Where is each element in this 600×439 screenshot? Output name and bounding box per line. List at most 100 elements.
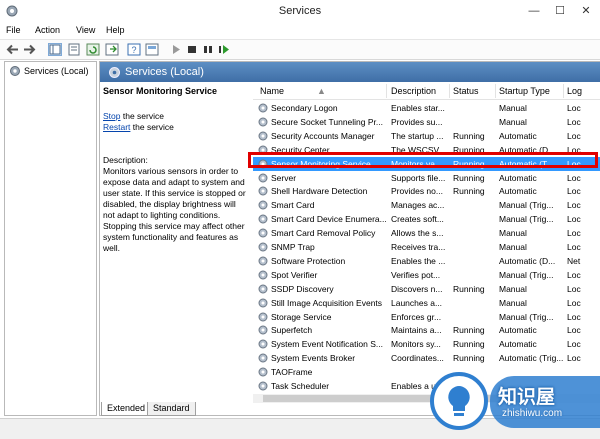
minimize-button[interactable]: — bbox=[523, 3, 545, 19]
cell-name: SSDP Discovery bbox=[271, 283, 334, 294]
tree-node-services-local[interactable]: Services (Local) bbox=[9, 65, 89, 77]
service-gear-icon bbox=[258, 103, 268, 113]
pane-title: Services (Local) bbox=[125, 66, 204, 78]
column-separator[interactable] bbox=[386, 84, 387, 98]
cell-name: Storage Service bbox=[271, 311, 332, 322]
table-row[interactable]: Spot Verifier Verifies pot... Manual (Trig… bbox=[253, 268, 600, 282]
table-row[interactable]: SNMP Trap Receives tra... Manual Loc bbox=[253, 240, 600, 254]
service-gear-icon bbox=[258, 353, 268, 363]
menu-action[interactable]: Action bbox=[35, 25, 60, 35]
view-icon[interactable] bbox=[145, 43, 159, 56]
menu-file[interactable]: File bbox=[6, 25, 21, 35]
service-gear-icon bbox=[258, 312, 268, 321]
cell-description: Enforces gr... bbox=[391, 311, 442, 322]
cell-description: Verifies pot... bbox=[391, 269, 441, 280]
cell-description: Creates soft... bbox=[391, 214, 444, 225]
table-row[interactable]: Superfetch Maintains a... Running Automatic… bbox=[253, 323, 600, 337]
tree-node-label: Services (Local) bbox=[24, 66, 89, 76]
export-list-icon[interactable] bbox=[105, 43, 119, 56]
service-gear-icon bbox=[258, 131, 268, 141]
table-row[interactable]: Secure Socket Tunneling Pr... Provides su… bbox=[253, 115, 600, 129]
table-row[interactable]: Storage Service Enforces gr... Manual (Tri… bbox=[253, 310, 600, 324]
service-gear-icon bbox=[258, 381, 268, 391]
stop-service-icon[interactable] bbox=[185, 43, 199, 56]
cell-log-on-as: Loc bbox=[567, 353, 581, 364]
cell-startup-type: Manual bbox=[499, 297, 527, 308]
forward-arrow-icon[interactable] bbox=[22, 43, 36, 56]
table-row[interactable]: System Event Notification S... Monitors s… bbox=[253, 337, 600, 351]
cell-startup-type: Manual (Trig... bbox=[499, 311, 554, 322]
table-row[interactable]: Shell Hardware Detection Provides no... Ru… bbox=[253, 184, 600, 198]
cell-description: Maintains a... bbox=[391, 325, 442, 336]
cell-description: Launches a... bbox=[391, 297, 443, 308]
table-row[interactable]: Security Accounts Manager The startup ...… bbox=[253, 129, 600, 143]
column-separator[interactable] bbox=[495, 84, 496, 98]
service-gear-icon bbox=[258, 214, 268, 224]
column-header-startup-type[interactable]: Startup Type bbox=[499, 86, 550, 96]
cell-status: Running bbox=[453, 325, 485, 336]
start-service-icon[interactable] bbox=[169, 43, 183, 56]
stop-service-link[interactable]: Stop bbox=[103, 111, 121, 121]
cell-name: Security Accounts Manager bbox=[271, 130, 375, 141]
service-gear-icon bbox=[258, 339, 268, 349]
column-separator[interactable] bbox=[563, 84, 564, 98]
help-icon[interactable]: ? bbox=[127, 43, 141, 56]
service-gear-icon bbox=[258, 367, 268, 377]
cell-status: Running bbox=[453, 283, 485, 294]
menu-view[interactable]: View bbox=[76, 25, 95, 35]
cell-description: Monitors sy... bbox=[391, 339, 441, 350]
window-title: Services bbox=[278, 5, 322, 17]
cell-description: Enables star... bbox=[391, 103, 445, 113]
column-header-name[interactable]: Name bbox=[260, 86, 284, 96]
menu-help[interactable]: Help bbox=[106, 25, 125, 35]
cell-name: Shell Hardware Detection bbox=[271, 186, 368, 197]
cell-log-on-as: Loc bbox=[567, 269, 581, 280]
service-gear-icon bbox=[258, 200, 268, 210]
service-gear-icon bbox=[258, 242, 268, 252]
table-row[interactable]: Server Supports file... Running Automatic Lo… bbox=[253, 171, 600, 185]
column-header-description[interactable]: Description bbox=[391, 86, 436, 96]
cell-status: Running bbox=[453, 130, 485, 141]
column-header-log-on-as[interactable]: Log bbox=[567, 86, 582, 96]
table-row[interactable]: Smart Card Manages ac... Manual (Trig... Lo… bbox=[253, 198, 600, 212]
gear-icon bbox=[109, 67, 120, 78]
close-button[interactable]: ✕ bbox=[575, 3, 597, 19]
column-header-status[interactable]: Status bbox=[453, 86, 479, 96]
svg-text:?: ? bbox=[131, 45, 136, 55]
watermark-logo: 知识屋 zhishiwu.com bbox=[420, 364, 600, 439]
table-row[interactable]: Software Protection Enables the ... Automa… bbox=[253, 254, 600, 268]
table-row[interactable]: Smart Card Device Enumera... Creates soft… bbox=[253, 212, 600, 226]
table-row[interactable]: Smart Card Removal Policy Allows the s...… bbox=[253, 226, 600, 240]
restart-link-suffix: the service bbox=[130, 122, 174, 132]
cell-log-on-as: Loc bbox=[567, 242, 581, 252]
table-row[interactable]: Secondary Logon Enables star... Manual Loc bbox=[253, 101, 600, 115]
cell-status: Running bbox=[453, 339, 485, 350]
cell-startup-type: Automatic bbox=[499, 172, 537, 183]
restart-service-icon[interactable] bbox=[217, 43, 231, 56]
maximize-button[interactable]: ☐ bbox=[549, 3, 571, 19]
cell-name: Software Protection bbox=[271, 255, 346, 266]
refresh-icon[interactable] bbox=[86, 43, 100, 56]
service-gear-icon bbox=[258, 173, 268, 182]
show-tree-icon[interactable] bbox=[48, 43, 62, 56]
table-row[interactable]: SSDP Discovery Discovers n... Running Manua… bbox=[253, 282, 600, 296]
pause-service-icon[interactable] bbox=[201, 43, 215, 56]
cell-description: Receives tra... bbox=[391, 242, 446, 252]
table-row[interactable]: Still Image Acquisition Events Launches a… bbox=[253, 296, 600, 310]
tab-extended[interactable]: Extended bbox=[101, 402, 152, 416]
cell-name: Server bbox=[271, 172, 297, 183]
cell-name: Still Image Acquisition Events bbox=[271, 297, 383, 308]
back-arrow-icon[interactable] bbox=[6, 43, 20, 56]
selected-service-name: Sensor Monitoring Service bbox=[103, 86, 218, 96]
cell-description: Allows the s... bbox=[391, 228, 444, 239]
cell-log-on-as: Loc bbox=[567, 214, 581, 225]
column-separator[interactable] bbox=[449, 84, 450, 98]
cell-log-on-as: Loc bbox=[567, 297, 581, 308]
restart-service-link[interactable]: Restart bbox=[103, 122, 130, 132]
cell-name: Superfetch bbox=[271, 325, 313, 336]
cell-startup-type: Manual bbox=[499, 228, 527, 239]
properties-icon[interactable] bbox=[67, 43, 81, 56]
tab-standard[interactable]: Standard bbox=[147, 402, 196, 416]
toolbar: ? bbox=[0, 39, 600, 60]
cell-startup-type: Automatic bbox=[499, 339, 537, 350]
